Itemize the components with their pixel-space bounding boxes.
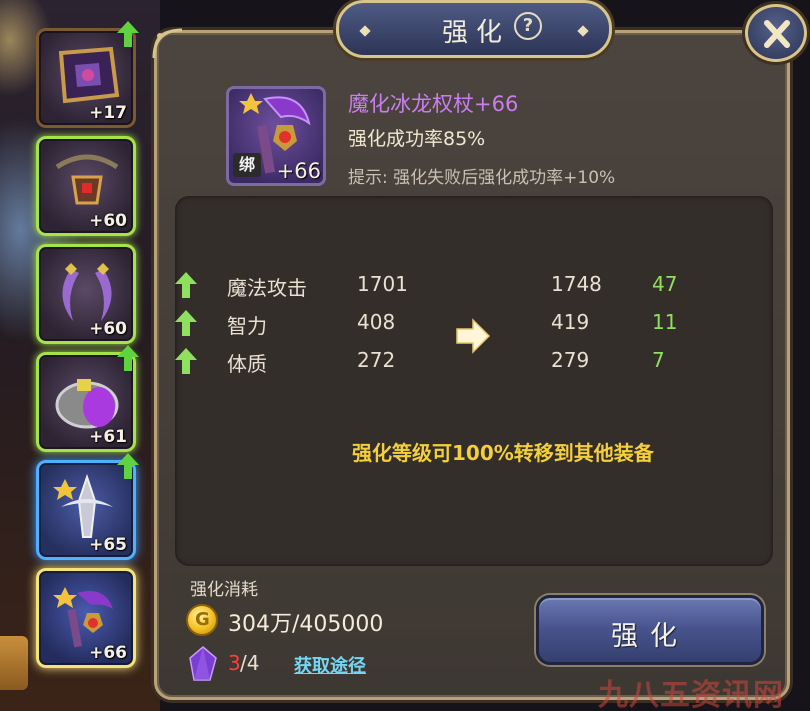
obtain-link[interactable]: 获取途径 — [294, 652, 366, 678]
corner-ornament-icon — [152, 28, 183, 59]
stat-increase: 7 — [652, 348, 665, 372]
close-icon — [764, 20, 790, 48]
stat-new-value: 1748 — [551, 272, 602, 296]
enhance-button-label: 强化 — [611, 621, 689, 652]
cost-label: 强化消耗 — [190, 580, 258, 600]
enhance-button[interactable]: 强化 — [536, 595, 764, 665]
page-title: 强化 — [442, 18, 511, 48]
stat-row: 魔法攻击 1701 1748 47 — [175, 272, 773, 302]
equipment-icon — [55, 154, 119, 205]
stat-new-value: 419 — [551, 310, 590, 334]
watermark: 九八五资讯网 — [598, 678, 784, 711]
stat-new-value: 279 — [551, 348, 590, 372]
gold-cost: 304万/405000 — [228, 612, 384, 637]
success-rate: 强化成功率85% — [348, 128, 486, 150]
equipment-level: +60 — [89, 319, 127, 339]
stat-old-value: 1701 — [357, 272, 408, 296]
increase-arrow-icon — [175, 348, 197, 374]
stat-name: 体质 — [227, 352, 267, 376]
upgrade-arrow-icon — [117, 345, 139, 371]
upgrade-arrow-icon — [117, 21, 139, 47]
equipment-icon — [53, 473, 113, 538]
diamond-ornament-icon — [577, 25, 589, 37]
item-name: 魔化冰龙权杖+66 — [348, 92, 519, 116]
equipment-slot[interactable]: +60 — [36, 244, 136, 344]
equipment-level: +17 — [89, 103, 127, 123]
stat-name: 魔法攻击 — [227, 276, 307, 300]
stat-increase: 47 — [652, 272, 678, 296]
hint-text: 提示: 强化失败后强化成功率+10% — [348, 168, 616, 188]
crystal-icon — [189, 646, 217, 681]
gold-coin-icon: G — [186, 604, 218, 636]
close-button[interactable] — [745, 4, 807, 62]
side-tab[interactable] — [0, 636, 28, 690]
equipment-slot[interactable]: +65 — [36, 453, 139, 560]
crystal-required: /4 — [240, 651, 260, 675]
stat-name: 智力 — [227, 314, 267, 338]
equipment-icon — [62, 263, 112, 321]
equipment-level: +65 — [89, 535, 127, 555]
bind-tag: 绑 — [233, 153, 261, 177]
equipment-level: +60 — [89, 211, 127, 231]
equipment-slot[interactable]: +60 — [36, 136, 136, 236]
arrow-right-icon — [456, 318, 491, 354]
transfer-note: 强化等级可100%转移到其他装备 — [352, 441, 654, 465]
stat-old-value: 408 — [357, 310, 396, 334]
item-icon: 绑 +66 — [226, 86, 326, 186]
crystal-owned: 3 — [228, 651, 241, 675]
equipment-slot-selected[interactable]: +66 — [36, 568, 136, 668]
increase-arrow-icon — [175, 272, 197, 298]
coin-letter: G — [195, 609, 210, 630]
stats-box: 魔法攻击 1701 1748 47 智力 408 419 11 体质 272 2… — [175, 196, 773, 566]
item-level: +66 — [276, 159, 321, 183]
equipment-slot[interactable]: +17 — [36, 21, 139, 128]
equipment-level: +61 — [89, 427, 127, 447]
stat-increase: 11 — [652, 310, 678, 334]
equipment-slot[interactable]: +61 — [36, 345, 139, 452]
equipment-icon — [55, 379, 119, 429]
stat-old-value: 272 — [357, 348, 396, 372]
equipment-icon — [53, 587, 113, 648]
equipment-level: +66 — [89, 643, 127, 663]
increase-arrow-icon — [175, 310, 197, 336]
help-icon[interactable]: ? — [514, 12, 542, 40]
diamond-ornament-icon — [359, 25, 371, 37]
equipment-icon — [58, 46, 120, 104]
upgrade-arrow-icon — [117, 453, 139, 479]
